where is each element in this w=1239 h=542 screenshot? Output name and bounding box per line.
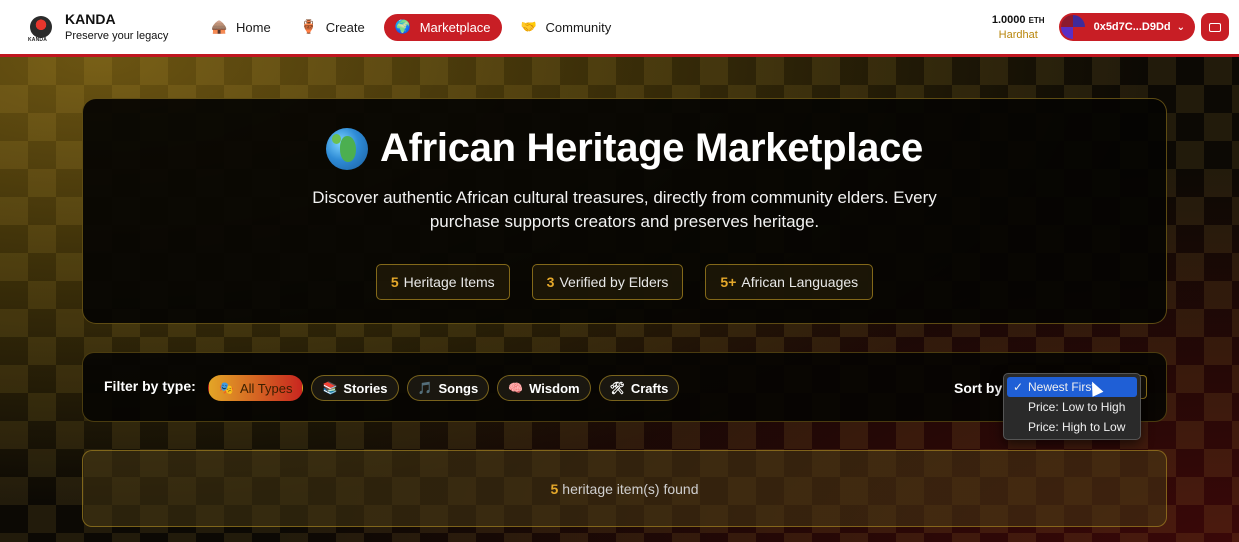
filter-chips: 🎭 All Types 📚 Stories 🎵 Songs 🧠 Wisdom 🛠… bbox=[208, 375, 687, 401]
sort-dropdown-menu: ✓ Newest First Price: Low to High Price:… bbox=[1003, 373, 1141, 440]
stat-value: 5+ bbox=[720, 274, 737, 290]
nav-create-label: Create bbox=[325, 19, 365, 35]
brand[interactable]: KANDA KANDA Preserve your legacy bbox=[28, 11, 200, 43]
sort-option-price-low-high[interactable]: Price: Low to High bbox=[1007, 397, 1137, 417]
filter-stories[interactable]: 📚 Stories bbox=[311, 375, 399, 401]
disconnect-button[interactable] bbox=[1201, 13, 1229, 41]
stat-verified: 3 Verified by Elders bbox=[531, 264, 684, 300]
hut-icon: 🛖 bbox=[211, 19, 228, 34]
globe-icon: 🌍 bbox=[394, 19, 411, 34]
nav-home-label: Home bbox=[236, 19, 271, 35]
tools-icon: 🛠 bbox=[609, 381, 625, 395]
option-label: Price: Low to High bbox=[1028, 400, 1126, 414]
page-title: African Heritage Marketplace bbox=[83, 126, 1166, 171]
stat-languages: 5+ African Languages bbox=[705, 264, 874, 300]
wallet-area: 1.0000 ETH Hardhat 0x5d7C...D9Dd ⌄ bbox=[992, 13, 1229, 41]
filter-crafts[interactable]: 🛠 Crafts bbox=[598, 375, 680, 401]
brand-tagline: Preserve your legacy bbox=[65, 30, 169, 42]
results-text: heritage item(s) found bbox=[562, 480, 699, 497]
hero-section: African Heritage Marketplace Discover au… bbox=[82, 98, 1167, 324]
checkmark-icon: ✓ bbox=[1013, 380, 1024, 394]
chip-label: Wisdom bbox=[529, 380, 580, 396]
nav-home[interactable]: 🛖 Home bbox=[200, 14, 282, 41]
filter-all-types[interactable]: 🎭 All Types bbox=[208, 375, 304, 401]
nav-create[interactable]: 🏺 Create bbox=[290, 14, 376, 41]
account-button[interactable]: 0x5d7C...D9Dd ⌄ bbox=[1058, 13, 1195, 41]
wallet-address: 0x5d7C...D9Dd bbox=[1093, 21, 1171, 33]
amphora-icon: 🏺 bbox=[300, 19, 317, 34]
wallet-balance: 1.0000 ETH Hardhat bbox=[992, 14, 1045, 41]
sort-label: Sort by bbox=[954, 380, 1003, 396]
brain-icon: 🧠 bbox=[508, 381, 524, 395]
music-note-icon: 🎵 bbox=[417, 381, 433, 395]
stat-value: 3 bbox=[546, 274, 555, 290]
stat-label: Verified by Elders bbox=[559, 274, 669, 290]
sort-option-newest[interactable]: ✓ Newest First bbox=[1007, 377, 1137, 397]
network-name: Hardhat bbox=[998, 28, 1038, 41]
option-label: Price: High to Low bbox=[1028, 420, 1126, 434]
stat-label: African Languages bbox=[741, 274, 859, 290]
chip-label: All Types bbox=[239, 380, 293, 396]
main-nav: 🛖 Home 🏺 Create 🌍 Marketplace 🤝 Communit… bbox=[200, 13, 630, 41]
nav-community-label: Community bbox=[545, 19, 612, 35]
logo-text: KANDA bbox=[28, 37, 48, 43]
chip-label: Songs bbox=[438, 380, 479, 396]
masks-icon: 🎭 bbox=[219, 381, 234, 395]
nav-marketplace-label: Marketplace bbox=[419, 19, 491, 35]
balance-amount: 1.0000 bbox=[991, 13, 1026, 26]
books-icon: 📚 bbox=[322, 381, 338, 395]
filter-wisdom[interactable]: 🧠 Wisdom bbox=[497, 375, 591, 401]
top-navbar: KANDA KANDA Preserve your legacy 🛖 Home … bbox=[0, 0, 1239, 57]
results-panel: 5 heritage item(s) found bbox=[82, 450, 1167, 527]
chip-label: Crafts bbox=[630, 380, 669, 396]
stat-label: Heritage Items bbox=[403, 274, 495, 290]
stats-row: 5 Heritage Items 3 Verified by Elders 5+… bbox=[83, 264, 1166, 300]
kanda-logo-icon: KANDA bbox=[28, 16, 52, 43]
filter-songs[interactable]: 🎵 Songs bbox=[406, 375, 490, 401]
filter-label: Filter by type: bbox=[104, 378, 196, 394]
hero-title-text: African Heritage Marketplace bbox=[380, 126, 923, 170]
handshake-icon: 🤝 bbox=[520, 19, 537, 34]
nav-marketplace[interactable]: 🌍 Marketplace bbox=[383, 13, 502, 41]
chip-label: Stories bbox=[343, 380, 388, 396]
wallet-icon bbox=[1209, 22, 1221, 32]
hero-subtitle: Discover authentic African cultural trea… bbox=[312, 188, 937, 231]
brand-name: KANDA bbox=[65, 11, 116, 27]
balance-unit: ETH bbox=[1028, 15, 1045, 25]
results-count: 5 bbox=[550, 480, 559, 497]
chevron-down-icon: ⌄ bbox=[1176, 21, 1185, 33]
globe-icon bbox=[326, 127, 369, 170]
sort-option-price-high-low[interactable]: Price: High to Low bbox=[1007, 417, 1137, 437]
option-label: Newest First bbox=[1028, 380, 1095, 394]
avatar bbox=[1060, 15, 1085, 39]
nav-community[interactable]: 🤝 Community bbox=[510, 14, 623, 41]
stat-value: 5 bbox=[390, 274, 399, 290]
stat-heritage-items: 5 Heritage Items bbox=[375, 264, 510, 300]
